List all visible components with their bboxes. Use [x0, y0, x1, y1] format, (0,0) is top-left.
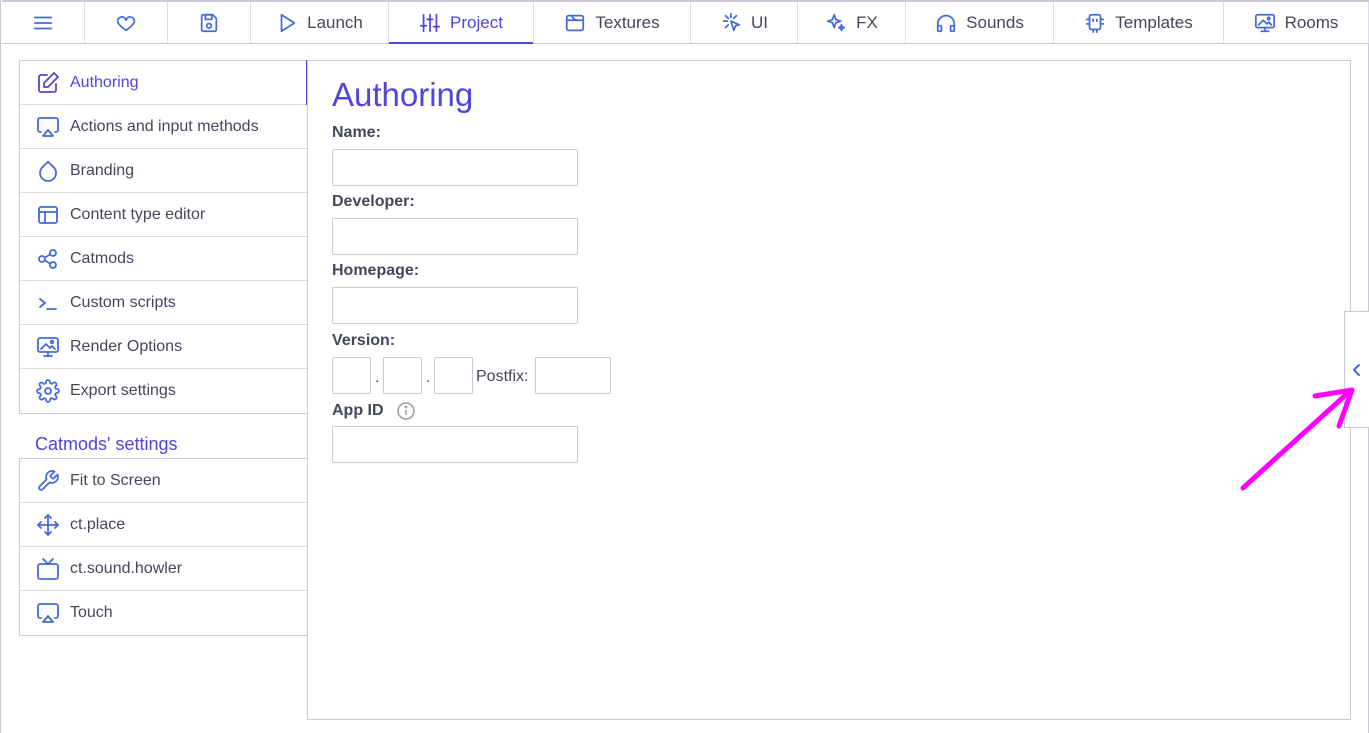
save-icon: [198, 12, 220, 34]
sidebar-item-label: Actions and input methods: [70, 117, 259, 135]
version-patch-input[interactable]: [434, 357, 473, 394]
sidebar-item-ct-place[interactable]: ct.place: [20, 503, 307, 547]
move-icon: [36, 513, 60, 537]
menu-icon: [32, 12, 54, 34]
homepage-label: Homepage:: [332, 262, 420, 279]
app-id-label: App ID: [332, 402, 384, 419]
sidebar-item-export-settings[interactable]: Export settings: [20, 369, 307, 413]
top-tab-bar: Launch Project Textures UI FX Sounds Templates…: [2, 0, 1369, 44]
name-label: Name:: [332, 124, 381, 141]
wrench-icon: [36, 469, 60, 493]
sidebar-item-label: Branding: [70, 161, 135, 179]
settings-sidebar: Authoring Actions and input methods Brandi…: [19, 60, 308, 636]
catmods-settings-nav: Fit to Screen ct.place ct.sound.howler Touc…: [19, 458, 307, 636]
version-minor-input[interactable]: [383, 357, 422, 394]
airplay-icon: [36, 601, 60, 625]
catmods-settings-heading: Catmods' settings: [35, 434, 178, 454]
tab-sounds[interactable]: Sounds: [906, 2, 1054, 43]
tab-fx[interactable]: FX: [798, 2, 906, 43]
sidebar-item-label: Content type editor: [70, 205, 206, 223]
menu-button[interactable]: [2, 2, 85, 43]
tab-ui[interactable]: UI: [691, 2, 798, 43]
sidebar-item-custom-scripts[interactable]: Custom scripts: [20, 281, 307, 325]
version-separator: .: [426, 369, 431, 386]
postfix-label: Postfix:: [476, 368, 529, 385]
template-icon: [1084, 12, 1106, 34]
tab-label: Project: [450, 12, 503, 32]
authoring-panel: Authoring Name: Developer: Homepage: Ver…: [307, 60, 1351, 720]
room-icon: [1254, 12, 1276, 34]
tv-icon: [36, 557, 60, 581]
tab-launch[interactable]: Launch: [251, 2, 389, 43]
droplet-icon: [36, 159, 60, 183]
tab-label: Textures: [595, 12, 660, 32]
version-postfix-input[interactable]: [535, 357, 611, 394]
tab-label: FX: [856, 12, 878, 32]
terminal-icon: [36, 291, 60, 315]
tab-label: Templates: [1115, 12, 1193, 32]
airplay-icon: [36, 115, 60, 139]
sidebar-item-touch[interactable]: Touch: [20, 591, 307, 635]
sidebar-item-label: Fit to Screen: [70, 471, 161, 489]
tab-label: UI: [751, 12, 768, 32]
sparkles-icon: [825, 12, 847, 34]
sidebar-item-label: ct.place: [70, 515, 126, 533]
sidebar-item-label: Catmods: [70, 249, 135, 267]
tab-label: Launch: [307, 12, 363, 32]
developer-label: Developer:: [332, 193, 415, 210]
sidebar-item-label: Touch: [70, 604, 113, 621]
annotation-arrow-icon: [1240, 387, 1355, 491]
tab-label: Rooms: [1284, 12, 1339, 32]
developer-input[interactable]: [332, 218, 578, 255]
sidebar-item-authoring[interactable]: Authoring: [20, 60, 308, 105]
sidebar-item-label: ct.sound.howler: [70, 559, 183, 577]
monitor-image-icon: [36, 335, 60, 359]
info-icon[interactable]: [396, 401, 416, 421]
sidebar-item-render-options[interactable]: Render Options: [20, 325, 307, 369]
texture-icon: [564, 12, 586, 34]
tab-project[interactable]: Project: [389, 2, 534, 44]
sliders-icon: [419, 12, 441, 34]
sidebar-item-fit-to-screen[interactable]: Fit to Screen: [20, 459, 307, 503]
layout-icon: [36, 203, 60, 227]
heart-button[interactable]: [85, 2, 168, 43]
sidebar-item-branding[interactable]: Branding: [20, 149, 307, 193]
play-icon: [276, 12, 298, 34]
gear-icon: [36, 379, 60, 403]
tab-textures[interactable]: Textures: [534, 2, 691, 43]
edit-icon: [36, 71, 60, 95]
save-button[interactable]: [168, 2, 251, 43]
sidebar-item-label: Authoring: [70, 73, 139, 91]
app-window: Launch Project Textures UI FX Sounds Templates…: [0, 0, 1369, 733]
sidebar-item-actions-and-input-methods[interactable]: Actions and input methods: [20, 105, 307, 149]
sidebar-item-label: Custom scripts: [70, 293, 176, 311]
homepage-input[interactable]: [332, 287, 578, 324]
sidebar-item-ct-sound-howler[interactable]: ct.sound.howler: [20, 547, 307, 591]
tab-templates[interactable]: Templates: [1054, 2, 1224, 43]
page-title: Authoring: [332, 76, 474, 113]
tab-label: Sounds: [966, 12, 1024, 32]
sidebar-item-label: Export settings: [70, 382, 176, 399]
version-label: Version:: [332, 332, 396, 349]
modules-icon: [36, 247, 60, 271]
app-id-input[interactable]: [332, 426, 578, 463]
sidebar-item-label: Render Options: [70, 337, 183, 355]
sidebar-item-catmods[interactable]: Catmods: [20, 237, 307, 281]
ui-cursor-icon: [720, 12, 742, 34]
tab-rooms[interactable]: Rooms: [1224, 2, 1369, 43]
sidebar-item-content-type-editor[interactable]: Content type editor: [20, 193, 307, 237]
name-input[interactable]: [332, 149, 578, 186]
project-settings-nav: Authoring Actions and input methods Brandi…: [19, 60, 308, 414]
chevron-left-icon: [1349, 362, 1365, 378]
headphones-icon: [935, 12, 957, 34]
version-separator: .: [375, 369, 380, 386]
heart-icon: [115, 12, 137, 34]
version-major-input[interactable]: [332, 357, 371, 394]
